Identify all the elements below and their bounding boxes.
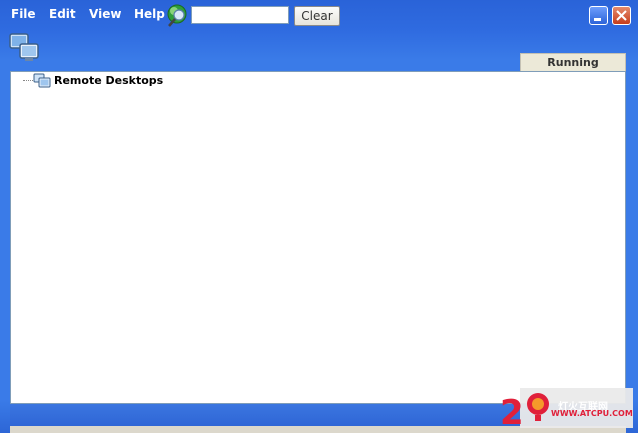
- menu-edit[interactable]: Edit: [49, 7, 76, 21]
- menu-help[interactable]: Help: [134, 7, 165, 21]
- minimize-button[interactable]: [589, 6, 608, 25]
- close-icon: [616, 10, 627, 21]
- sessions-tree-panel: Remote Desktops: [10, 71, 626, 404]
- close-button[interactable]: [612, 6, 631, 25]
- remote-desktops-icon: [33, 73, 51, 88]
- search-globe-icon: [167, 4, 187, 27]
- svg-text:2: 2: [500, 393, 524, 428]
- remote-desktop-app-icon: [9, 33, 39, 61]
- search-input[interactable]: [191, 6, 289, 24]
- watermark-url: WWW.ATCPU.COM: [551, 409, 633, 418]
- menu-bar: File Edit View Help Clear: [0, 0, 638, 30]
- menu-view[interactable]: View: [89, 7, 121, 21]
- tree-node-remote-desktops[interactable]: Remote Desktops: [54, 74, 163, 87]
- clear-button[interactable]: Clear: [294, 6, 340, 26]
- tab-running-sessions[interactable]: Running sessions: [520, 53, 626, 86]
- menu-file[interactable]: File: [11, 7, 36, 21]
- main-window: File Edit View Help Clear Running sessio…: [0, 0, 638, 433]
